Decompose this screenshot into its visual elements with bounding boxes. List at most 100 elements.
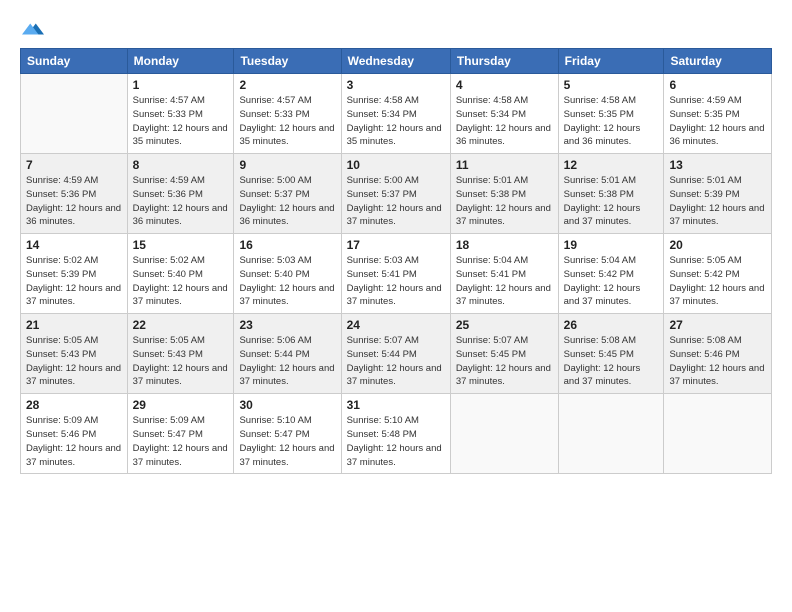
weekday-header-wednesday: Wednesday xyxy=(341,49,450,74)
day-cell: 14 Sunrise: 5:02 AM Sunset: 5:39 PM Dayli… xyxy=(21,234,128,314)
day-info: Sunrise: 5:09 AM Sunset: 5:46 PM Dayligh… xyxy=(26,414,122,469)
day-info: Sunrise: 4:58 AM Sunset: 5:35 PM Dayligh… xyxy=(564,94,659,149)
day-cell xyxy=(21,74,128,154)
day-info: Sunrise: 5:02 AM Sunset: 5:40 PM Dayligh… xyxy=(133,254,229,309)
day-info: Sunrise: 5:05 AM Sunset: 5:43 PM Dayligh… xyxy=(26,334,122,389)
day-cell: 25 Sunrise: 5:07 AM Sunset: 5:45 PM Dayli… xyxy=(450,314,558,394)
day-cell: 1 Sunrise: 4:57 AM Sunset: 5:33 PM Daylig… xyxy=(127,74,234,154)
day-cell: 24 Sunrise: 5:07 AM Sunset: 5:44 PM Dayli… xyxy=(341,314,450,394)
day-cell xyxy=(664,394,772,474)
day-info: Sunrise: 5:08 AM Sunset: 5:46 PM Dayligh… xyxy=(669,334,766,389)
day-cell: 20 Sunrise: 5:05 AM Sunset: 5:42 PM Dayli… xyxy=(664,234,772,314)
day-cell: 30Sunrise: 5:10 AM Sunset: 5:47 PM Dayli… xyxy=(234,394,341,474)
day-number: 24 xyxy=(347,318,445,332)
day-number: 21 xyxy=(26,318,122,332)
day-cell: 31 Sunrise: 5:10 AM Sunset: 5:48 PM Dayli… xyxy=(341,394,450,474)
day-number: 14 xyxy=(26,238,122,252)
day-info: Sunrise: 5:05 AM Sunset: 5:43 PM Dayligh… xyxy=(133,334,229,389)
day-info: Sunrise: 5:00 AM Sunset: 5:37 PM Dayligh… xyxy=(347,174,445,229)
day-info: Sunrise: 5:04 AM Sunset: 5:41 PM Dayligh… xyxy=(456,254,553,309)
week-row-2: 7Sunrise: 4:59 AM Sunset: 5:36 PM Daylig… xyxy=(21,154,772,234)
day-info: Sunrise: 5:09 AM Sunset: 5:47 PM Dayligh… xyxy=(133,414,229,469)
weekday-header-saturday: Saturday xyxy=(664,49,772,74)
day-cell: 7Sunrise: 4:59 AM Sunset: 5:36 PM Daylig… xyxy=(21,154,128,234)
day-info: Sunrise: 5:01 AM Sunset: 5:38 PM Dayligh… xyxy=(456,174,553,229)
day-info: Sunrise: 4:58 AM Sunset: 5:34 PM Dayligh… xyxy=(456,94,553,149)
weekday-header-row: SundayMondayTuesdayWednesdayThursdayFrid… xyxy=(21,49,772,74)
day-cell: 26 Sunrise: 5:08 AM Sunset: 5:45 PM Dayli… xyxy=(558,314,664,394)
calendar: SundayMondayTuesdayWednesdayThursdayFrid… xyxy=(20,48,772,474)
logo xyxy=(20,18,44,40)
day-number: 22 xyxy=(133,318,229,332)
week-row-1: 1 Sunrise: 4:57 AM Sunset: 5:33 PM Daylig… xyxy=(21,74,772,154)
week-row-3: 14 Sunrise: 5:02 AM Sunset: 5:39 PM Dayli… xyxy=(21,234,772,314)
week-row-5: 28 Sunrise: 5:09 AM Sunset: 5:46 PM Dayli… xyxy=(21,394,772,474)
day-info: Sunrise: 5:02 AM Sunset: 5:39 PM Dayligh… xyxy=(26,254,122,309)
day-info: Sunrise: 5:03 AM Sunset: 5:41 PM Dayligh… xyxy=(347,254,445,309)
day-info: Sunrise: 5:04 AM Sunset: 5:42 PM Dayligh… xyxy=(564,254,659,309)
day-cell: 29 Sunrise: 5:09 AM Sunset: 5:47 PM Dayli… xyxy=(127,394,234,474)
page: SundayMondayTuesdayWednesdayThursdayFrid… xyxy=(0,0,792,612)
day-number: 23 xyxy=(239,318,335,332)
day-number: 3 xyxy=(347,78,445,92)
weekday-header-thursday: Thursday xyxy=(450,49,558,74)
day-cell: 19Sunrise: 5:04 AM Sunset: 5:42 PM Dayli… xyxy=(558,234,664,314)
day-info: Sunrise: 5:01 AM Sunset: 5:39 PM Dayligh… xyxy=(669,174,766,229)
day-cell: 21 Sunrise: 5:05 AM Sunset: 5:43 PM Dayli… xyxy=(21,314,128,394)
logo-icon xyxy=(22,18,44,40)
day-number: 17 xyxy=(347,238,445,252)
day-number: 12 xyxy=(564,158,659,172)
day-cell: 22 Sunrise: 5:05 AM Sunset: 5:43 PM Dayli… xyxy=(127,314,234,394)
day-cell: 12 Sunrise: 5:01 AM Sunset: 5:38 PM Dayli… xyxy=(558,154,664,234)
day-number: 15 xyxy=(133,238,229,252)
day-number: 6 xyxy=(669,78,766,92)
day-number: 13 xyxy=(669,158,766,172)
day-info: Sunrise: 5:10 AM Sunset: 5:47 PM Dayligh… xyxy=(239,414,335,469)
day-cell: 2Sunrise: 4:57 AM Sunset: 5:33 PM Daylig… xyxy=(234,74,341,154)
day-cell: 16 Sunrise: 5:03 AM Sunset: 5:40 PM Dayli… xyxy=(234,234,341,314)
weekday-header-sunday: Sunday xyxy=(21,49,128,74)
day-info: Sunrise: 5:07 AM Sunset: 5:45 PM Dayligh… xyxy=(456,334,553,389)
day-cell: 9Sunrise: 5:00 AM Sunset: 5:37 PM Daylig… xyxy=(234,154,341,234)
day-number: 26 xyxy=(564,318,659,332)
day-info: Sunrise: 4:57 AM Sunset: 5:33 PM Dayligh… xyxy=(133,94,229,149)
week-row-4: 21 Sunrise: 5:05 AM Sunset: 5:43 PM Dayli… xyxy=(21,314,772,394)
day-info: Sunrise: 5:03 AM Sunset: 5:40 PM Dayligh… xyxy=(239,254,335,309)
day-info: Sunrise: 5:05 AM Sunset: 5:42 PM Dayligh… xyxy=(669,254,766,309)
day-cell: 23Sunrise: 5:06 AM Sunset: 5:44 PM Dayli… xyxy=(234,314,341,394)
day-info: Sunrise: 4:59 AM Sunset: 5:36 PM Dayligh… xyxy=(26,174,122,229)
day-number: 11 xyxy=(456,158,553,172)
day-cell: 4Sunrise: 4:58 AM Sunset: 5:34 PM Daylig… xyxy=(450,74,558,154)
day-cell: 27 Sunrise: 5:08 AM Sunset: 5:46 PM Dayli… xyxy=(664,314,772,394)
day-info: Sunrise: 5:07 AM Sunset: 5:44 PM Dayligh… xyxy=(347,334,445,389)
day-cell xyxy=(450,394,558,474)
day-cell: 17 Sunrise: 5:03 AM Sunset: 5:41 PM Dayli… xyxy=(341,234,450,314)
day-info: Sunrise: 4:59 AM Sunset: 5:36 PM Dayligh… xyxy=(133,174,229,229)
day-info: Sunrise: 5:10 AM Sunset: 5:48 PM Dayligh… xyxy=(347,414,445,469)
day-cell: 8Sunrise: 4:59 AM Sunset: 5:36 PM Daylig… xyxy=(127,154,234,234)
day-number: 20 xyxy=(669,238,766,252)
day-info: Sunrise: 5:01 AM Sunset: 5:38 PM Dayligh… xyxy=(564,174,659,229)
day-number: 31 xyxy=(347,398,445,412)
day-number: 28 xyxy=(26,398,122,412)
day-info: Sunrise: 5:08 AM Sunset: 5:45 PM Dayligh… xyxy=(564,334,659,389)
day-info: Sunrise: 4:58 AM Sunset: 5:34 PM Dayligh… xyxy=(347,94,445,149)
day-cell: 13 Sunrise: 5:01 AM Sunset: 5:39 PM Dayli… xyxy=(664,154,772,234)
header xyxy=(20,18,772,40)
day-number: 16 xyxy=(239,238,335,252)
day-number: 1 xyxy=(133,78,229,92)
day-info: Sunrise: 4:59 AM Sunset: 5:35 PM Dayligh… xyxy=(669,94,766,149)
day-number: 25 xyxy=(456,318,553,332)
day-number: 2 xyxy=(239,78,335,92)
weekday-header-friday: Friday xyxy=(558,49,664,74)
day-cell: 11 Sunrise: 5:01 AM Sunset: 5:38 PM Dayli… xyxy=(450,154,558,234)
day-cell: 6 Sunrise: 4:59 AM Sunset: 5:35 PM Daylig… xyxy=(664,74,772,154)
day-cell: 10Sunrise: 5:00 AM Sunset: 5:37 PM Dayli… xyxy=(341,154,450,234)
day-info: Sunrise: 5:00 AM Sunset: 5:37 PM Dayligh… xyxy=(239,174,335,229)
day-number: 5 xyxy=(564,78,659,92)
day-number: 27 xyxy=(669,318,766,332)
day-number: 29 xyxy=(133,398,229,412)
weekday-header-monday: Monday xyxy=(127,49,234,74)
day-cell xyxy=(558,394,664,474)
day-cell: 28 Sunrise: 5:09 AM Sunset: 5:46 PM Dayli… xyxy=(21,394,128,474)
